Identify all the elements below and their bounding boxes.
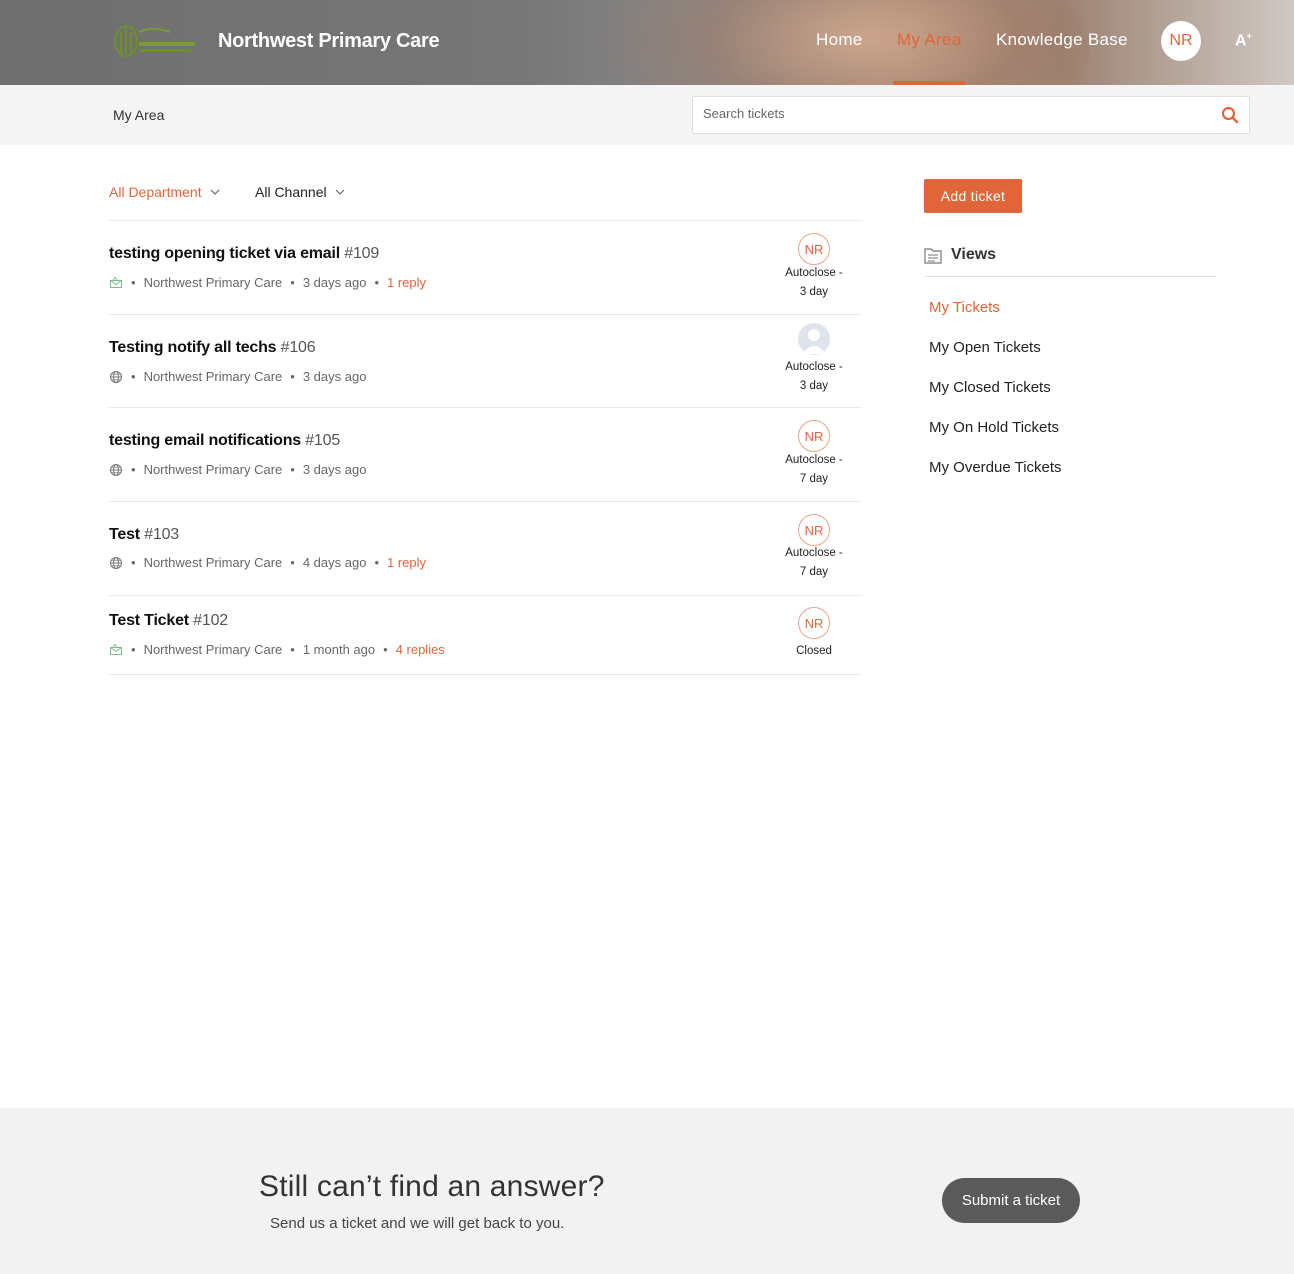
email-icon bbox=[110, 643, 122, 655]
status-line: 3 day bbox=[799, 380, 829, 392]
chevron-down-icon bbox=[210, 189, 220, 195]
ticket-row[interactable]: Test #103 • Northwest Primary Care • 4 d… bbox=[109, 502, 861, 596]
ticket-title-text: testing email notifications bbox=[109, 432, 301, 449]
ticket-title[interactable]: Test Ticket #102 bbox=[109, 612, 228, 630]
ticket-status: Autoclose - 3 day bbox=[764, 358, 864, 396]
ticket-title[interactable]: testing opening ticket via email #109 bbox=[109, 245, 379, 263]
font-size-label: A bbox=[1235, 32, 1247, 50]
views-title: Views bbox=[951, 246, 997, 263]
ticket-row[interactable]: Testing notify all techs #106 • Northwes… bbox=[109, 315, 861, 408]
ticket-title-text: Test Ticket bbox=[109, 612, 189, 629]
nav-knowledge-base[interactable]: Knowledge Base bbox=[996, 30, 1128, 50]
ticket-meta: • Northwest Primary Care • 3 days ago bbox=[109, 462, 366, 477]
view-my-tickets[interactable]: My Tickets bbox=[929, 299, 1000, 316]
status-line: Autoclose - bbox=[785, 547, 843, 559]
ticket-row[interactable]: testing email notifications #105 • North… bbox=[109, 408, 861, 502]
ticket-replies[interactable]: 1 reply bbox=[387, 275, 426, 290]
company-logo[interactable] bbox=[112, 22, 198, 60]
ticket-title[interactable]: testing email notifications #105 bbox=[109, 432, 340, 450]
ticket-title-text: Test bbox=[109, 526, 140, 543]
font-size-icon[interactable]: A+ bbox=[1235, 31, 1252, 50]
view-my-on-hold-tickets[interactable]: My On Hold Tickets bbox=[929, 419, 1059, 436]
ticket-title-text: testing opening ticket via email bbox=[109, 245, 340, 262]
user-avatar[interactable]: NR bbox=[1161, 21, 1201, 61]
ticket-time: 3 days ago bbox=[302, 462, 367, 477]
ticket-time: 3 days ago bbox=[302, 275, 367, 290]
footer-cta: Still can’t find an answer? Send us a ti… bbox=[0, 1108, 1294, 1274]
ticket-row[interactable]: Test Ticket #102 • Northwest Primary Car… bbox=[109, 596, 861, 675]
ticket-status: Autoclose - 7 day bbox=[764, 451, 864, 489]
ticket-department: Northwest Primary Care bbox=[143, 462, 283, 477]
search-input[interactable] bbox=[703, 106, 1203, 121]
ticket-title[interactable]: Test #103 bbox=[109, 526, 179, 544]
status-line: 7 day bbox=[799, 566, 829, 578]
ticket-number: #106 bbox=[280, 339, 316, 356]
ticket-meta: • Northwest Primary Care • 1 month ago •… bbox=[109, 642, 445, 657]
ticket-number: #109 bbox=[344, 245, 380, 262]
ticket-row[interactable]: testing opening ticket via email #109 • … bbox=[109, 221, 861, 315]
ticket-replies[interactable]: 4 replies bbox=[396, 642, 445, 657]
ticket-department: Northwest Primary Care bbox=[143, 642, 283, 657]
chevron-down-icon bbox=[335, 189, 345, 195]
search-box[interactable] bbox=[692, 96, 1250, 134]
ticket-status: Autoclose - 7 day bbox=[764, 544, 864, 582]
nav-home[interactable]: Home bbox=[816, 30, 863, 50]
view-my-closed-tickets[interactable]: My Closed Tickets bbox=[929, 379, 1051, 396]
ticket-meta: • Northwest Primary Care • 3 days ago bbox=[109, 369, 366, 384]
ticket-time: 1 month ago bbox=[302, 642, 376, 657]
nav-my-area[interactable]: My Area bbox=[897, 30, 961, 50]
view-my-open-tickets[interactable]: My Open Tickets bbox=[929, 339, 1041, 356]
ticket-number: #105 bbox=[305, 432, 341, 449]
views-header: Views bbox=[924, 245, 1216, 277]
web-icon bbox=[110, 463, 122, 476]
footer-title: Still can’t find an answer? bbox=[259, 1170, 605, 1203]
web-icon bbox=[110, 370, 122, 383]
department-filter[interactable]: All Department bbox=[109, 184, 220, 200]
submit-ticket-button[interactable]: Submit a ticket bbox=[942, 1178, 1080, 1223]
ticket-number: #102 bbox=[193, 612, 228, 629]
ticket-department: Northwest Primary Care bbox=[143, 275, 283, 290]
status-line: Closed bbox=[796, 645, 832, 657]
assignee-avatar: NR bbox=[798, 514, 830, 546]
ticket-status: Autoclose - 3 day bbox=[764, 264, 864, 302]
web-icon bbox=[110, 556, 122, 569]
ticket-title-text: Testing notify all techs bbox=[109, 339, 277, 356]
ticket-department: Northwest Primary Care bbox=[143, 369, 283, 384]
ticket-department: Northwest Primary Care bbox=[143, 555, 283, 570]
view-my-overdue-tickets[interactable]: My Overdue Tickets bbox=[929, 459, 1062, 476]
assignee-avatar: NR bbox=[798, 607, 830, 639]
status-line: Autoclose - bbox=[785, 361, 843, 373]
search-icon[interactable] bbox=[1221, 106, 1239, 124]
ticket-title[interactable]: Testing notify all techs #106 bbox=[109, 339, 316, 357]
ticket-time: 4 days ago bbox=[302, 555, 367, 570]
unassigned-avatar-icon bbox=[798, 323, 830, 355]
breadcrumb[interactable]: My Area bbox=[113, 107, 164, 123]
ticket-meta: • Northwest Primary Care • 4 days ago • … bbox=[109, 555, 426, 570]
brand-title[interactable]: Northwest Primary Care bbox=[218, 30, 440, 53]
footer-subtitle: Send us a ticket and we will get back to… bbox=[270, 1215, 565, 1232]
ticket-number: #103 bbox=[144, 526, 179, 543]
channel-filter-label: All Channel bbox=[255, 184, 327, 200]
ticket-time: 3 days ago bbox=[302, 369, 367, 384]
department-filter-label: All Department bbox=[109, 184, 202, 200]
status-line: 7 day bbox=[799, 473, 829, 485]
assignee-avatar: NR bbox=[798, 233, 830, 265]
email-icon bbox=[110, 276, 122, 288]
status-line: Autoclose - bbox=[785, 454, 843, 466]
ticket-list: testing opening ticket via email #109 • … bbox=[109, 220, 861, 675]
status-line: 3 day bbox=[799, 286, 829, 298]
ticket-replies[interactable]: 1 reply bbox=[387, 555, 426, 570]
add-ticket-button[interactable]: Add ticket bbox=[924, 179, 1022, 213]
subheader-bar: My Area bbox=[0, 85, 1294, 145]
ticket-status: Closed bbox=[764, 642, 864, 661]
assignee-avatar: NR bbox=[798, 420, 830, 452]
status-line: Autoclose - bbox=[785, 267, 843, 279]
top-header: Northwest Primary Care Home My Area Know… bbox=[0, 0, 1294, 85]
ticket-meta: • Northwest Primary Care • 3 days ago • … bbox=[109, 275, 426, 290]
channel-filter[interactable]: All Channel bbox=[255, 184, 345, 200]
views-icon bbox=[924, 248, 942, 264]
